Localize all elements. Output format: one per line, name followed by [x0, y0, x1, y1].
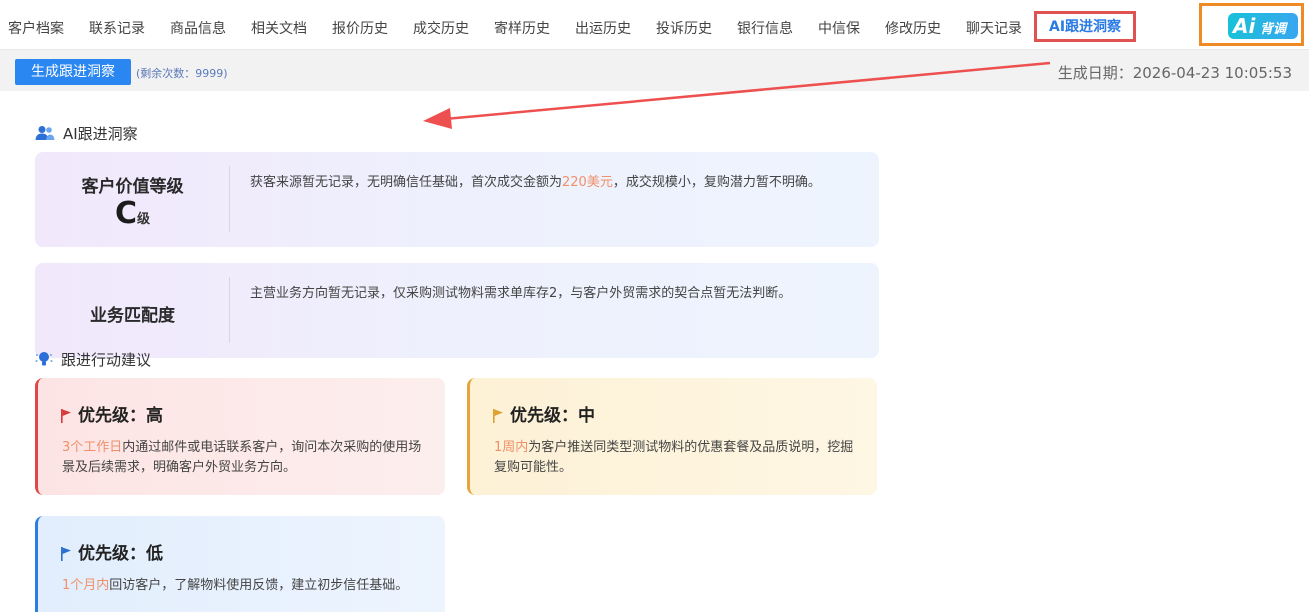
insight-section-title: AI跟进洞察: [35, 123, 138, 145]
business-match-description: 主营业务方向暂无记录，仅采购测试物料需求单库存2，与客户外贸需求的契合点暂无法判…: [250, 286, 792, 301]
actions-section-label: 跟进行动建议: [61, 351, 152, 369]
customer-value-description: 获客来源暂无记录，无明确信任基础，首次成交金额为220美元，成交规模小，复购潜力…: [250, 171, 821, 190]
value-desc-text: 获客来源暂无记录，无明确信任基础，首次成交金额为: [250, 175, 563, 190]
lightbulb-icon: [35, 350, 53, 372]
tab-deal-history[interactable]: 成交历史: [413, 18, 469, 38]
ai-background-check-logo[interactable]: Ai 背调: [1199, 3, 1304, 46]
tab-sinosure[interactable]: 中信保: [818, 18, 860, 38]
action-bar: 生成跟进洞察 (剩余次数：9999) 生成日期：2026-04-23 10:05…: [0, 50, 1309, 91]
tab-related-docs[interactable]: 相关文档: [251, 18, 307, 38]
value-desc-amount: 220美元: [562, 175, 613, 190]
tab-edit-history[interactable]: 修改历史: [885, 18, 941, 38]
generated-date: 生成日期：2026-04-23 10:05:53: [1057, 64, 1292, 82]
priority-high-text: 3个工作日内通过邮件或电话联系客户，询问本次采购的使用场景及后续需求，明确客户外…: [62, 438, 432, 478]
card-divider: [229, 277, 230, 343]
logo-label: 背调: [1260, 22, 1287, 37]
tab-product-info[interactable]: 商品信息: [170, 18, 226, 38]
priority-high-label: 优先级：高: [78, 406, 163, 426]
flag-icon: [492, 408, 504, 428]
tab-contact-records[interactable]: 联系记录: [89, 18, 145, 38]
tab-shipment-history[interactable]: 出运历史: [575, 18, 631, 38]
priority-low-card: 优先级：低 1个月内回访客户，了解物料使用反馈，建立初步信任基础。: [35, 516, 445, 612]
logo-ai-text: Ai: [1233, 14, 1256, 38]
flag-icon: [60, 408, 72, 428]
priority-high-timeframe: 3个工作日: [62, 440, 123, 455]
priority-mid-body: 为客户推送同类型测试物料的优惠套餐及品质说明，挖掘复购可能性。: [494, 440, 854, 475]
remaining-count: (剩余次数：9999): [136, 67, 228, 80]
business-match-label: 业务匹配度: [90, 306, 175, 326]
tab-bank-info[interactable]: 银行信息: [737, 18, 793, 38]
priority-low-title: 优先级：低: [60, 539, 163, 566]
tab-sample-history[interactable]: 寄样历史: [494, 18, 550, 38]
priority-mid-card: 优先级：中 1周内为客户推送同类型测试物料的优惠套餐及品质说明，挖掘复购可能性。: [467, 378, 877, 495]
insight-section-label: AI跟进洞察: [63, 125, 138, 143]
priority-high-card: 优先级：高 3个工作日内通过邮件或电话联系客户，询问本次采购的使用场景及后续需求…: [35, 378, 445, 495]
customer-value-label: 客户价值等级: [81, 177, 184, 197]
priority-mid-timeframe: 1周内: [494, 440, 529, 455]
priority-low-timeframe: 1个月内: [62, 578, 110, 593]
priority-low-body: 回访客户，了解物料使用反馈，建立初步信任基础。: [109, 578, 409, 593]
grade-letter: C: [114, 196, 137, 231]
priority-mid-label: 优先级：中: [510, 406, 595, 426]
customer-grade: C级: [35, 196, 230, 231]
priority-low-label: 优先级：低: [78, 544, 163, 564]
priority-mid-text: 1周内为客户推送同类型测试物料的优惠套餐及品质说明，挖掘复购可能性。: [494, 438, 864, 478]
tab-ai-insight[interactable]: AI跟进洞察: [1034, 11, 1137, 42]
customer-value-card: 客户价值等级 C级 获客来源暂无记录，无明确信任基础，首次成交金额为220美元，…: [35, 152, 879, 247]
priority-high-title: 优先级：高: [60, 401, 163, 428]
tab-quote-history[interactable]: 报价历史: [332, 18, 388, 38]
grade-suffix: 级: [137, 212, 151, 227]
tab-chat-records[interactable]: 聊天记录: [966, 18, 1022, 38]
business-match-card: 业务匹配度 主营业务方向暂无记录，仅采购测试物料需求单库存2，与客户外贸需求的契…: [35, 263, 879, 358]
logo-badge: Ai 背调: [1228, 13, 1298, 39]
priority-mid-title: 优先级：中: [492, 401, 595, 428]
tab-bar: 客户档案 联系记录 商品信息 相关文档 报价历史 成交历史 寄样历史 出运历史 …: [0, 0, 1309, 50]
tab-customer-profile[interactable]: 客户档案: [8, 18, 64, 38]
card-divider: [229, 166, 230, 232]
value-desc-tail: ，成交规模小，复购潜力暂不明确。: [612, 175, 821, 190]
tab-complaint-history[interactable]: 投诉历史: [656, 18, 712, 38]
generate-insight-button[interactable]: 生成跟进洞察: [15, 59, 131, 85]
actions-section-title: 跟进行动建议: [35, 349, 151, 372]
users-icon: [35, 125, 55, 145]
flag-icon: [60, 546, 72, 566]
priority-low-text: 1个月内回访客户，了解物料使用反馈，建立初步信任基础。: [62, 576, 432, 596]
